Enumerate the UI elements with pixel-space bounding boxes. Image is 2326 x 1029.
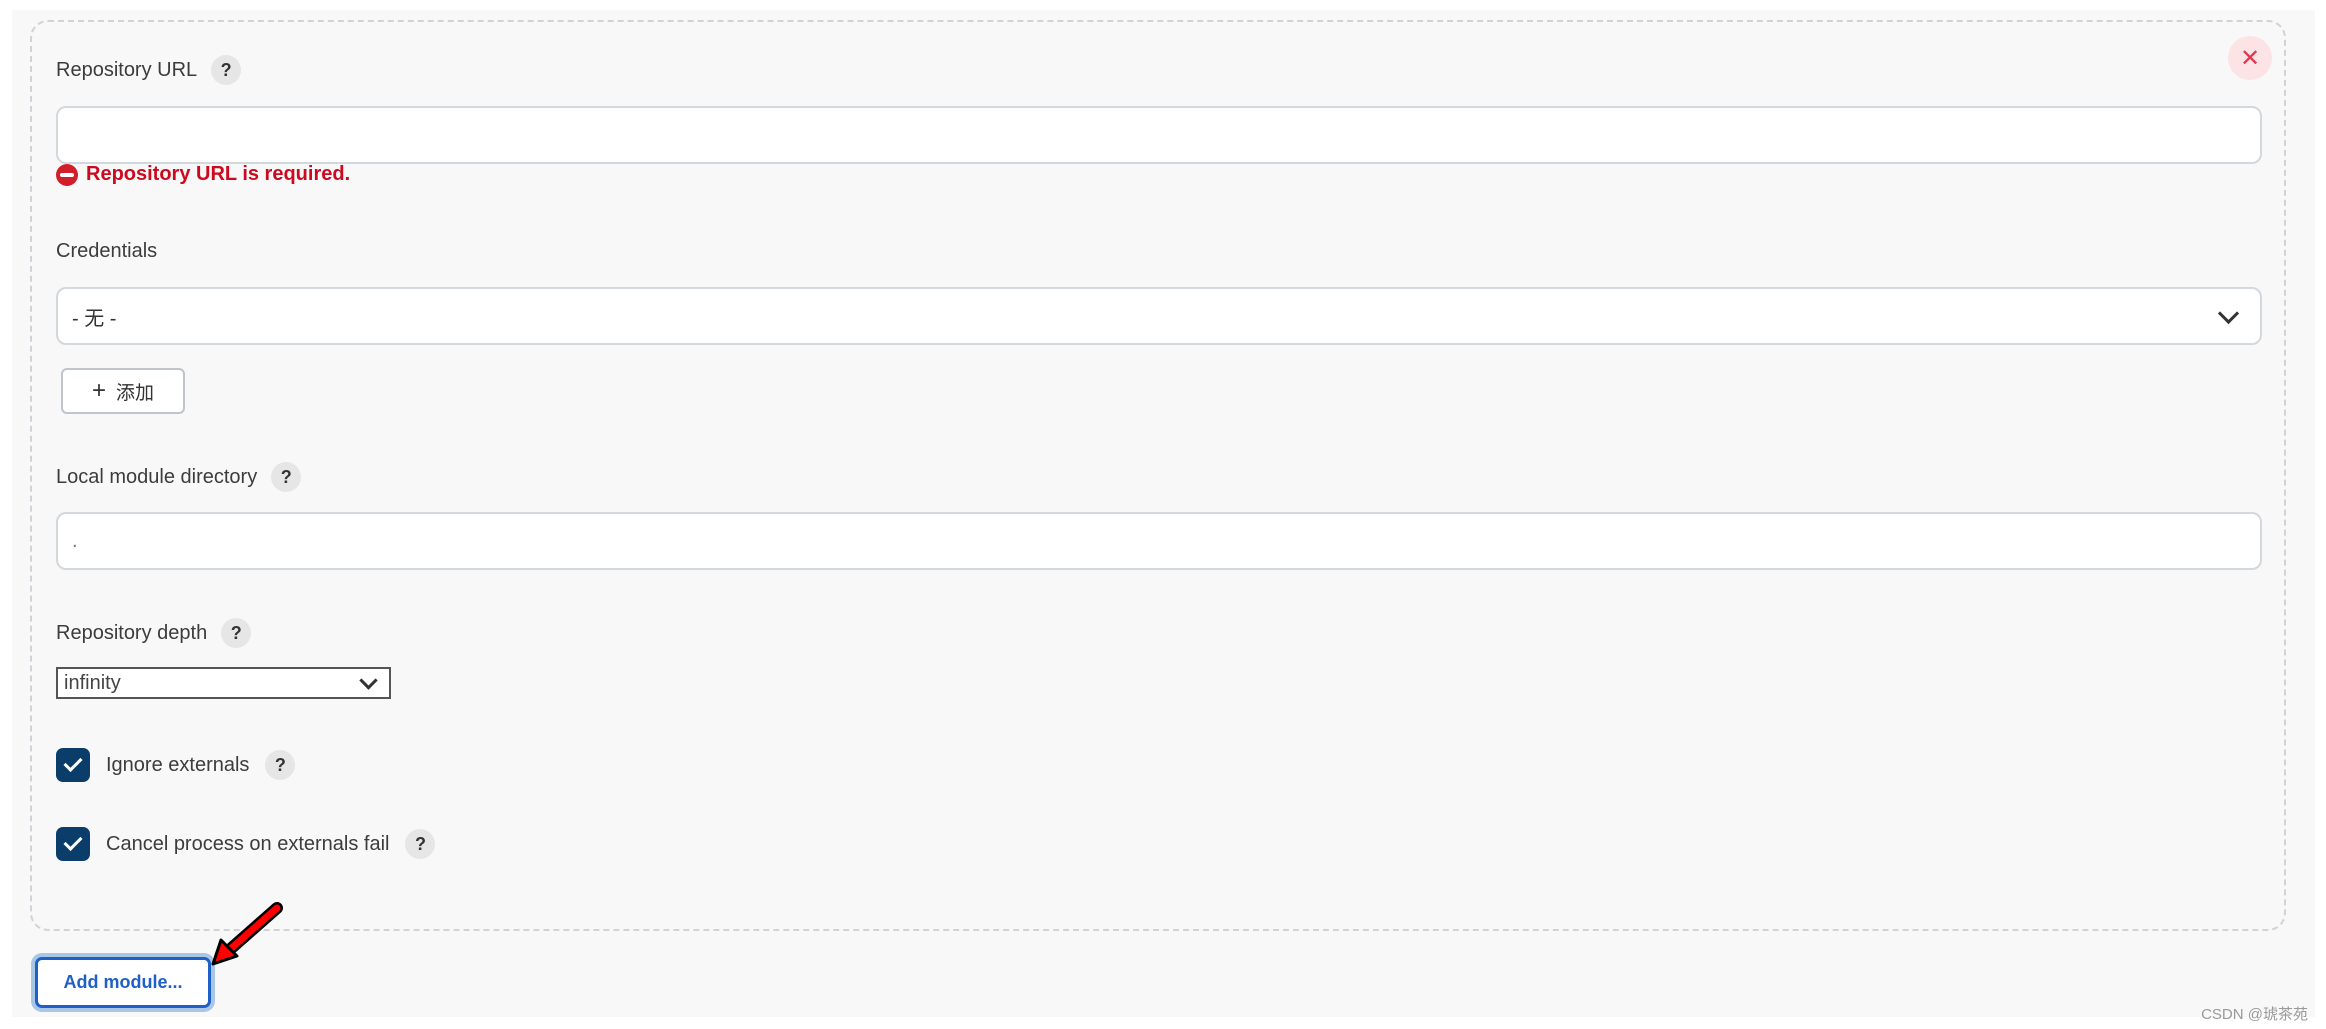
ignore-externals-checkbox[interactable] [56, 748, 90, 782]
help-icon[interactable]: ? [271, 462, 302, 492]
cancel-on-externals-fail-row: Cancel process on externals fail ? [56, 827, 436, 861]
help-icon[interactable]: ? [265, 750, 296, 780]
credentials-select[interactable]: - 无 - [56, 287, 2262, 345]
delete-module-button[interactable]: ✕ [2228, 36, 2272, 80]
cancel-on-externals-fail-label[interactable]: Cancel process on externals fail [106, 833, 389, 856]
local-module-directory-label: Local module directory ? [56, 462, 302, 492]
repository-depth-label-text: Repository depth [56, 621, 208, 644]
ignore-externals-row: Ignore externals ? [56, 748, 296, 782]
help-icon[interactable]: ? [221, 618, 252, 648]
arrow-icon [211, 902, 283, 966]
error-message: Repository URL is required. [86, 163, 351, 185]
ignore-externals-label[interactable]: Ignore externals [106, 754, 249, 777]
repository-url-input[interactable] [56, 106, 2262, 164]
local-module-directory-value: . [72, 529, 78, 552]
watermark: CSDN @琥茶苑 [2201, 1006, 2308, 1023]
chevron-down-icon [359, 670, 378, 690]
repository-depth-selected-value: infinity [64, 671, 121, 694]
credentials-selected-value: - 无 - [72, 307, 117, 330]
repository-url-error: Repository URL is required. [56, 163, 350, 186]
cancel-on-externals-fail-checkbox[interactable] [56, 827, 90, 861]
close-icon: ✕ [2239, 44, 2261, 72]
repository-url-label-text: Repository URL [56, 58, 198, 81]
local-module-directory-input[interactable]: . [56, 512, 2262, 570]
repository-depth-select[interactable]: infinity [56, 667, 391, 699]
error-icon [56, 163, 78, 186]
add-module-button[interactable]: Add module... [35, 957, 211, 1008]
credentials-label-text: Credentials [56, 240, 158, 262]
repository-url-label: Repository URL ? [56, 55, 242, 85]
help-icon[interactable]: ? [211, 55, 242, 85]
chevron-down-icon [2217, 302, 2240, 324]
add-credentials-label: 添加 [116, 382, 155, 404]
help-icon[interactable]: ? [405, 829, 436, 859]
repository-depth-label: Repository depth ? [56, 618, 252, 648]
local-module-directory-label-text: Local module directory [56, 465, 258, 488]
credentials-label: Credentials [56, 240, 157, 263]
red-arrow-annotation [211, 902, 283, 966]
plus-icon: + [91, 377, 106, 404]
add-credentials-button[interactable]: + 添加 [61, 368, 185, 414]
